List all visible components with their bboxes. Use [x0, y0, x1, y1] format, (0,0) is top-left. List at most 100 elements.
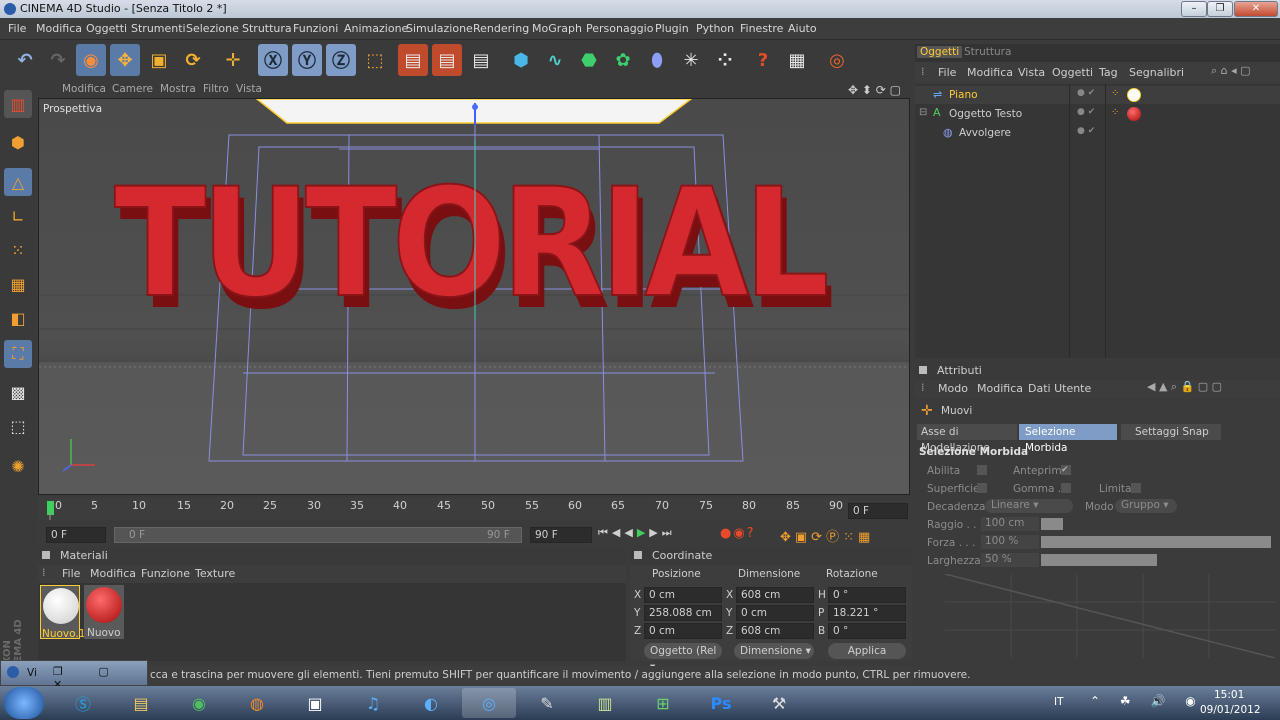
layout-icon[interactable]: ▦ [782, 44, 812, 76]
rot-p-field[interactable]: 18.221 ° [828, 605, 906, 621]
tweak-mode-icon[interactable]: ⛶ [4, 340, 32, 368]
model-mode-icon[interactable]: ⬢ [4, 128, 32, 156]
menu-plugin[interactable]: Plugin [655, 22, 689, 35]
render-picture-viewer-icon[interactable]: ▤ [432, 44, 462, 76]
skype-icon[interactable]: Ⓢ [56, 688, 110, 718]
chrome-icon[interactable]: ◉ [172, 688, 226, 718]
menu-python[interactable]: Python [696, 22, 734, 35]
scene-icon[interactable]: ✳ [676, 44, 706, 76]
x-axis-lock-icon[interactable]: Ⓧ [258, 44, 288, 76]
menu-finestre[interactable]: Finestre [740, 22, 783, 35]
pos-z-field[interactable]: 0 cm [644, 623, 722, 639]
menu-aiuto[interactable]: Aiuto [788, 22, 817, 35]
coordinate-system-icon[interactable]: ⬚ [360, 44, 390, 76]
decadenza-dropdown[interactable]: Lineare ▾ [985, 499, 1073, 513]
falloff-graph[interactable] [945, 574, 1275, 658]
checkbox-superficie[interactable] [977, 483, 987, 493]
object-row-testo[interactable]: ⊟ A Oggetto Testo ● ✔ ⁘ [915, 105, 1280, 123]
raggio-slider[interactable] [1041, 518, 1063, 530]
menu-file[interactable]: File [8, 22, 26, 35]
pos-y-field[interactable]: 258.088 cm [644, 605, 722, 621]
vp-menu-vista[interactable]: Vista [236, 83, 262, 95]
modo-dropdown[interactable]: Gruppo ▾ [1115, 499, 1177, 513]
render-settings-icon[interactable]: ▤ [466, 44, 496, 76]
photoshop-icon[interactable]: Ps [694, 688, 748, 718]
network-icon[interactable]: ⊞ [636, 688, 690, 718]
menu-selezione[interactable]: Selezione [186, 22, 239, 35]
object-name-testo[interactable]: Oggetto Testo [949, 108, 1022, 120]
mat-menu-funzione[interactable]: Funzione [141, 567, 190, 580]
y-axis-lock-icon[interactable]: Ⓨ [292, 44, 322, 76]
checkbox-limita[interactable] [1131, 483, 1141, 493]
scale-tool-icon[interactable]: ▣ [144, 44, 174, 76]
render-view-icon[interactable]: ▤ [398, 44, 428, 76]
cinema4d-taskbar-icon[interactable]: ◐ [404, 688, 458, 718]
attr-nav-icons[interactable]: ◀ ▲ ⌕ 🔒 ▢ ▢ [1147, 380, 1222, 394]
obj-menu-modifica[interactable]: Modifica [967, 66, 1013, 79]
mini-window[interactable]: Vi ❐ ▢ ✕ [0, 660, 148, 691]
dim-z-field[interactable]: 608 cm [736, 623, 814, 639]
keyframe-icons[interactable]: ✥▣⟳Ⓟ⁙▦ [780, 526, 910, 545]
close-button[interactable]: ✕ [1234, 1, 1278, 17]
dim-x-field[interactable]: 608 cm [736, 587, 814, 603]
points-mode-icon[interactable]: ⁙ [4, 236, 32, 264]
obj-menu-vista[interactable]: Vista [1018, 66, 1045, 79]
timeline-ruler[interactable]: 0 5 10 15 20 25 30 35 40 45 50 55 60 65 … [38, 498, 848, 520]
menu-animazione[interactable]: Animazione [344, 22, 408, 35]
move-tool-icon[interactable]: ✥ [110, 44, 140, 76]
end-frame-field[interactable]: 90 F [530, 527, 592, 543]
larghezza-slider[interactable] [1041, 554, 1157, 566]
dimension-mode-dropdown[interactable]: Dimensione ▾ [734, 643, 814, 659]
object-name-piano[interactable]: Piano [949, 89, 978, 101]
obj-menu-tag[interactable]: Tag [1099, 66, 1118, 79]
sculpt-icon[interactable]: ✺ [4, 452, 32, 480]
tab-struttura[interactable]: Struttura [961, 46, 1014, 58]
spline-icon[interactable]: ∿ [540, 44, 570, 76]
apply-button[interactable]: Applica [828, 643, 906, 659]
attr-menu-dati-utente[interactable]: Dati Utente [1028, 382, 1091, 395]
playback-controls[interactable]: ⏮◀◀▶▶⏭ [598, 526, 718, 544]
axis-mode-icon[interactable]: ∟ [4, 202, 32, 230]
material-swatch-nuovo[interactable]: Nuovo [84, 585, 124, 639]
clock-date[interactable]: 09/01/2012 [1200, 704, 1261, 716]
maximize-button[interactable]: ❐ [1207, 1, 1233, 17]
cube-icon[interactable]: ⬢ [506, 44, 536, 76]
menu-modifica[interactable]: Modifica [36, 22, 82, 35]
z-axis-lock-icon[interactable]: Ⓩ [326, 44, 356, 76]
menu-strumenti[interactable]: Strumenti [131, 22, 186, 35]
checkbox-gomma[interactable] [1061, 483, 1071, 493]
itunes-icon[interactable]: ♫ [346, 688, 400, 718]
obj-menu-segnalibri[interactable]: Segnalibri [1129, 66, 1184, 79]
viewport-mode-icon[interactable]: ▥ [4, 90, 32, 118]
material-swatch-nuovo1[interactable]: Nuovo.1 [40, 585, 85, 640]
array-icon[interactable]: ✿ [608, 44, 638, 76]
mat-menu-texture[interactable]: Texture [195, 567, 235, 580]
language-indicator[interactable]: IT [1054, 696, 1064, 708]
web-icon[interactable]: ◎ [822, 44, 852, 76]
particles-icon[interactable]: ⁘ [710, 44, 740, 76]
menu-struttura[interactable]: Struttura [242, 22, 292, 35]
cinema4d-active-icon[interactable]: ◎ [462, 688, 516, 718]
notepad-icon[interactable]: ▥ [578, 688, 632, 718]
attr-menu-modifica[interactable]: Modifica [977, 382, 1023, 395]
record-icons[interactable]: ●◉? [720, 526, 774, 544]
object-row-avvolgere[interactable]: ◍ Avvolgere ● ✔ [915, 124, 1280, 142]
obj-search-icon[interactable]: ⌕ ⌂ ◂ ▢ [1211, 64, 1251, 78]
object-row-piano[interactable]: ⇌ Piano ● ✔ ⁘ [915, 86, 1280, 104]
gimp-icon[interactable]: ✎ [520, 688, 574, 718]
range-slider[interactable]: 0 F 90 F [114, 527, 522, 543]
forza-slider[interactable] [1041, 536, 1271, 548]
forza-field[interactable]: 100 % [981, 535, 1039, 549]
add-object-icon[interactable]: ✛ [218, 44, 248, 76]
checkbox-anteprima[interactable]: ✔ [1061, 465, 1071, 475]
start-button[interactable] [4, 687, 44, 719]
text3d-object[interactable]: TUTORIAL [113, 155, 833, 331]
object-mode-icon[interactable]: △ [4, 168, 32, 196]
dim-y-field[interactable]: 0 cm [736, 605, 814, 621]
workplane-icon[interactable]: ⬚ [4, 412, 32, 440]
rot-h-field[interactable]: 0 ° [828, 587, 906, 603]
menu-simulazione[interactable]: Simulazione [406, 22, 473, 35]
vp-menu-mostra[interactable]: Mostra [160, 83, 196, 95]
vp-menu-filtro[interactable]: Filtro [203, 83, 229, 95]
object-name-avvolgere[interactable]: Avvolgere [959, 127, 1011, 139]
